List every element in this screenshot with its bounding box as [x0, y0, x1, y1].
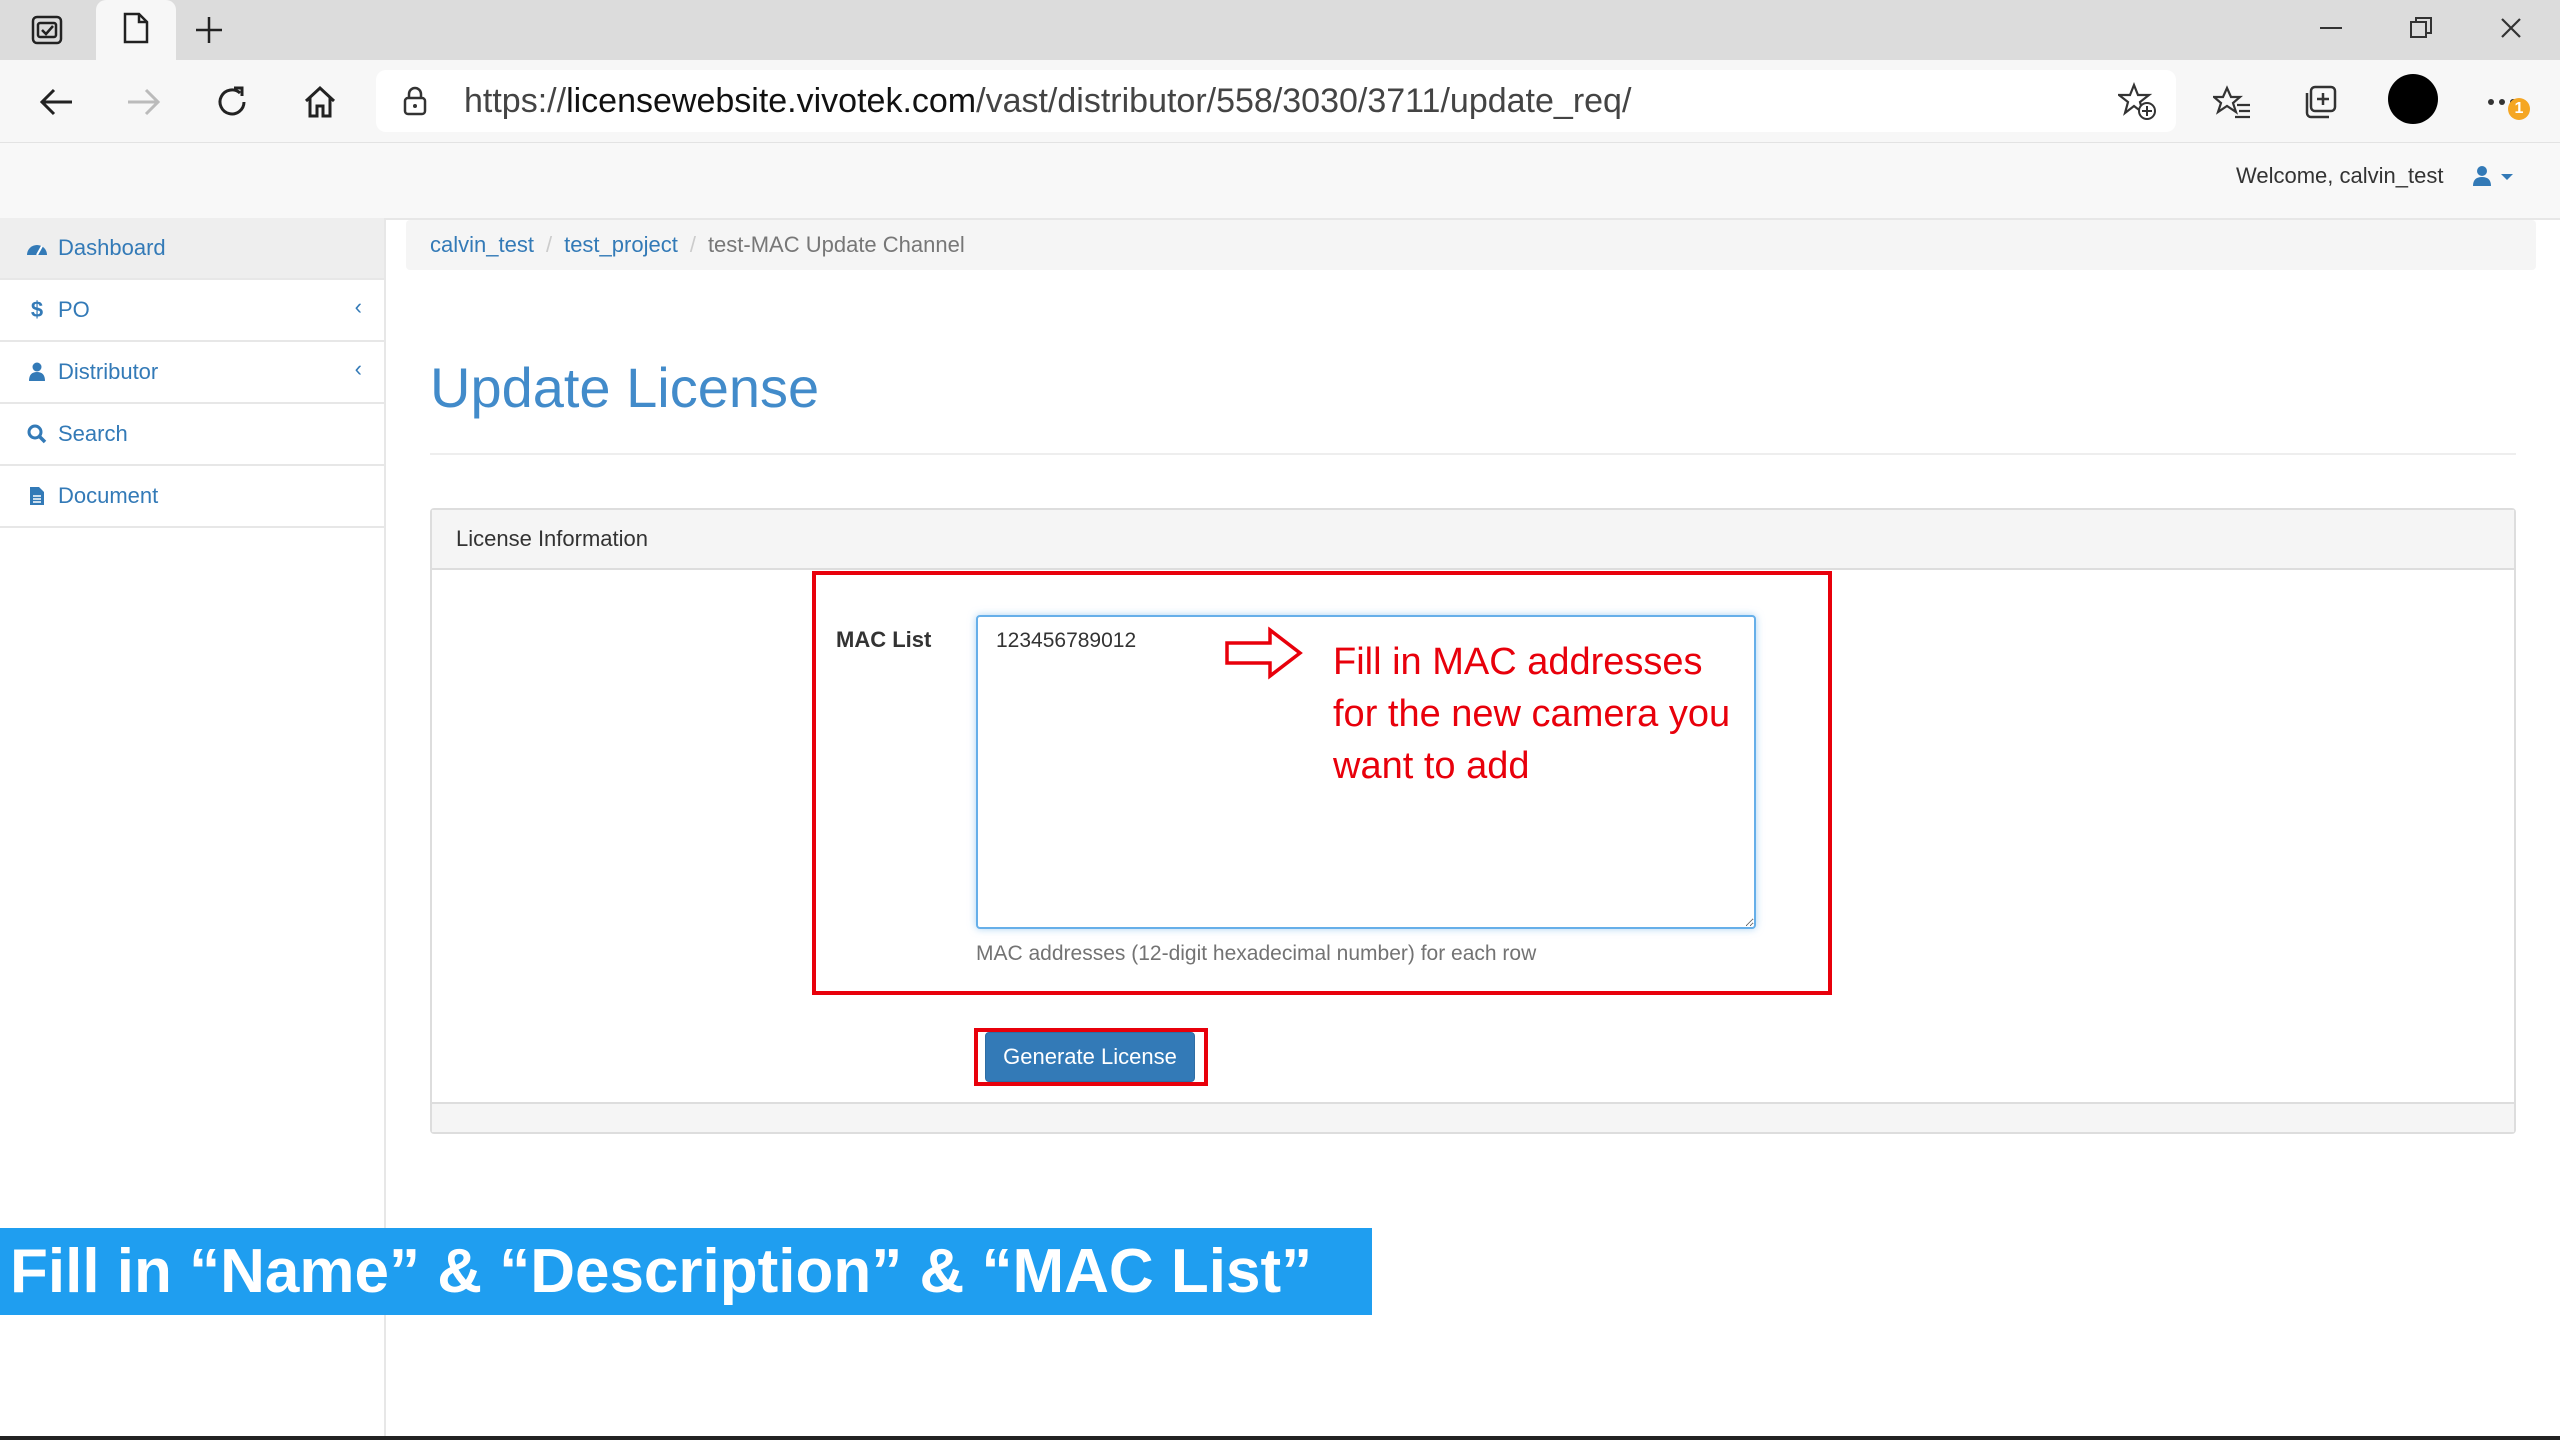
- minimize-icon[interactable]: [2286, 0, 2376, 56]
- arrow-right-icon: [1224, 626, 1304, 685]
- site-header: Welcome, calvin_test: [0, 143, 2560, 220]
- breadcrumb-separator: /: [545, 232, 553, 257]
- notification-badge: 1: [2508, 98, 2530, 120]
- arrow-left-icon[interactable]: [26, 72, 86, 132]
- breadcrumb-link-user[interactable]: calvin_test: [430, 232, 534, 258]
- address-bar[interactable]: https://licensewebsite.vivotek.com/vast/…: [376, 70, 2176, 132]
- breadcrumb-current: test-MAC Update Channel: [707, 232, 965, 257]
- arrow-right-icon[interactable]: [114, 72, 174, 132]
- user-icon: [26, 361, 48, 383]
- welcome-text: Welcome, calvin_test: [2236, 163, 2444, 188]
- browser-tab-bar: [0, 0, 2560, 60]
- annotation-highlight-button: [974, 1028, 1208, 1086]
- restore-icon[interactable]: [2376, 0, 2466, 56]
- sidebar-item-distributor[interactable]: Distributor ‹: [0, 342, 384, 404]
- sidebar-item-label: PO: [58, 297, 90, 322]
- tab-actions-icon[interactable]: [12, 6, 82, 54]
- page-title: Update License: [430, 356, 820, 419]
- annotation-note: Fill in MAC addresses for the new camera…: [1333, 641, 1731, 787]
- caret-down-icon: [2500, 169, 2514, 187]
- sidebar-item-search[interactable]: Search: [0, 404, 384, 466]
- lock-icon[interactable]: [402, 86, 428, 121]
- star-add-icon[interactable]: [2115, 82, 2156, 125]
- profile-avatar[interactable]: [2388, 74, 2438, 124]
- instruction-banner: Fill in “Name” & “Description” & “MAC Li…: [0, 1228, 1372, 1315]
- sidebar-item-dashboard[interactable]: Dashboard: [0, 218, 384, 280]
- instruction-banner-text: Fill in “Name” & “Description” & “MAC Li…: [10, 1237, 1313, 1306]
- panel-footer: [432, 1102, 2514, 1132]
- home-icon[interactable]: [290, 72, 350, 132]
- close-icon[interactable]: [2466, 0, 2556, 56]
- chevron-left-icon: ‹: [354, 356, 362, 381]
- favorites-icon[interactable]: [2202, 72, 2262, 132]
- browser-tab[interactable]: [96, 0, 176, 60]
- search-icon: [26, 423, 48, 445]
- title-divider: [430, 453, 2516, 455]
- chevron-left-icon: ‹: [354, 294, 362, 319]
- plus-icon[interactable]: [174, 6, 244, 54]
- sidebar-item-document[interactable]: Document: [0, 466, 384, 528]
- dashboard-icon: [26, 237, 48, 259]
- sidebar-item-label: Dashboard: [58, 235, 166, 260]
- url-text: https://licensewebsite.vivotek.com/vast/…: [464, 82, 1632, 120]
- file-icon: [26, 485, 48, 507]
- screen-bottom-edge: [0, 1436, 2560, 1440]
- sidebar-item-label: Distributor: [58, 359, 159, 384]
- breadcrumb-separator: /: [689, 232, 696, 257]
- sidebar-item-po[interactable]: $ PO ‹: [0, 280, 384, 342]
- user-menu-toggle[interactable]: [2472, 163, 2514, 193]
- panel-heading: License Information: [432, 510, 2514, 570]
- breadcrumb-link-project[interactable]: test_project: [564, 232, 678, 258]
- browser-toolbar: https://licensewebsite.vivotek.com/vast/…: [0, 60, 2560, 144]
- refresh-icon[interactable]: [202, 72, 262, 132]
- breadcrumb: calvin_test / test_project / test-MAC Up…: [406, 220, 2536, 270]
- dollar-icon: $: [30, 297, 44, 322]
- user-icon: [2472, 165, 2492, 192]
- sidebar-item-label: Document: [58, 483, 159, 508]
- document-icon: [123, 12, 149, 49]
- collections-icon[interactable]: [2290, 72, 2350, 132]
- sidebar-item-label: Search: [58, 421, 128, 446]
